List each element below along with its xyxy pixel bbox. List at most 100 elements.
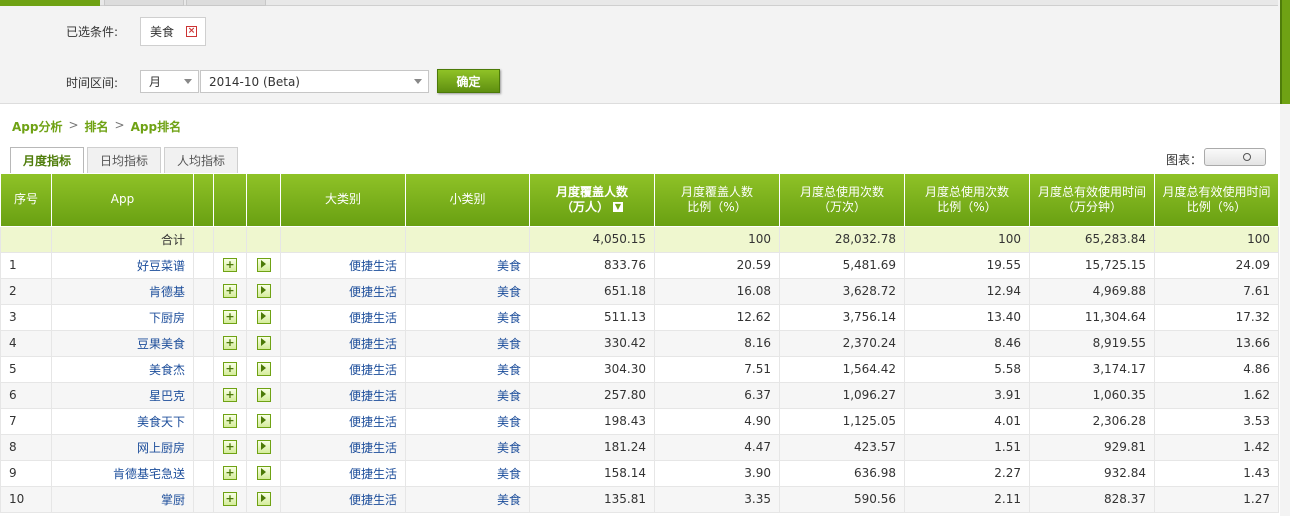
category-link[interactable]: 便捷生活 [280,355,406,383]
col-app[interactable]: App [51,174,194,227]
col-category[interactable]: 大类别 [280,174,406,227]
coverage-cell: 198.43 [529,407,655,435]
app-name-link[interactable]: 掌厨 [51,485,194,513]
category-link[interactable]: 便捷生活 [280,459,406,487]
subcategory-link[interactable]: 美食 [405,355,530,383]
app-ranking-table: 序号 App 大类别 小类别 月度覆盖人数 （万人） ▼ 月度覆盖人数 比例（%）… [0,174,1279,513]
play-arrow-icon[interactable] [256,336,271,351]
play-arrow-icon[interactable] [256,284,271,299]
play-arrow-icon[interactable] [256,440,271,455]
ranking-panel: App分析 > 排名 > App排名 月度指标 日均指标 人均指标 图表： 序号… [0,103,1280,516]
time-ratio-cell: 4.86 [1154,355,1279,383]
spacer-cell [193,355,214,383]
uses-ratio-cell: 8.46 [904,329,1030,357]
add-compare-cell: + [213,459,247,487]
subcategory-link[interactable]: 美食 [405,407,530,435]
breadcrumb-separator-icon: > [114,118,125,132]
app-name-link[interactable]: 网上厨房 [51,433,194,461]
subcategory-link[interactable]: 美食 [405,303,530,331]
col-time-ratio[interactable]: 月度总有效使用时间 比例（%） [1154,174,1279,227]
confirm-button[interactable]: 确定 [437,69,500,93]
play-arrow-icon[interactable] [256,310,271,325]
app-name-link[interactable]: 肯德基 [51,277,194,305]
top-tab-3[interactable] [186,0,266,6]
side-panel-handle[interactable] [1280,0,1290,104]
subcategory-link[interactable]: 美食 [405,277,530,305]
add-compare-cell: + [213,277,247,305]
app-name-link[interactable]: 美食杰 [51,355,194,383]
app-name-link[interactable]: 好豆菜谱 [51,251,194,279]
subcategory-link[interactable]: 美食 [405,251,530,279]
app-name-link[interactable]: 豆果美食 [51,329,194,357]
top-tab-2[interactable] [104,0,184,6]
chevron-down-icon [184,79,192,84]
plus-icon[interactable]: + [223,336,237,351]
tab-per-capita[interactable]: 人均指标 [164,147,239,173]
total-coverage: 4,050.15 [529,225,655,253]
col-effective-time[interactable]: 月度总有效使用时间 （万分钟） [1029,174,1155,227]
month-select[interactable]: 2014-10 (Beta) [200,70,429,93]
sort-desc-icon[interactable]: ▼ [613,202,623,213]
plus-icon[interactable]: + [223,388,237,403]
play-arrow-icon[interactable] [256,466,271,481]
play-arrow-icon[interactable] [256,492,271,507]
category-link[interactable]: 便捷生活 [280,381,406,409]
app-name-link[interactable]: 星巴克 [51,381,194,409]
total-time-ratio: 100 [1154,225,1279,253]
plus-icon[interactable]: + [223,310,237,325]
app-name-link[interactable]: 肯德基宅急送 [51,459,194,487]
plus-icon[interactable]: + [223,362,237,377]
breadcrumb-separator-icon: > [68,118,79,132]
subcategory-link[interactable]: 美食 [405,329,530,357]
category-link[interactable]: 便捷生活 [280,277,406,305]
category-link[interactable]: 便捷生活 [280,329,406,357]
coverage-ratio-cell: 8.16 [654,329,780,357]
col-coverage-ratio[interactable]: 月度覆盖人数 比例（%） [654,174,780,227]
period-select[interactable]: 月 [140,70,199,93]
detail-cell [246,459,281,487]
detail-cell [246,303,281,331]
breadcrumb-app-analysis[interactable]: App分析 [12,118,62,135]
breadcrumb-ranking[interactable]: 排名 [85,118,109,135]
plus-icon[interactable]: + [223,258,237,273]
plus-icon[interactable]: + [223,466,237,481]
rank-cell: 1 [0,251,52,279]
play-arrow-icon[interactable] [256,258,271,273]
category-link[interactable]: 便捷生活 [280,251,406,279]
col-rank[interactable]: 序号 [0,174,52,227]
col-subcategory[interactable]: 小类别 [405,174,530,227]
play-arrow-icon[interactable] [256,388,271,403]
app-name-link[interactable]: 下厨房 [51,303,194,331]
tab-daily-avg[interactable]: 日均指标 [87,147,162,173]
play-arrow-icon[interactable] [256,362,271,377]
chart-toggle[interactable] [1204,148,1266,166]
coverage-ratio-cell: 20.59 [654,251,780,279]
plus-icon[interactable]: + [223,284,237,299]
plus-icon[interactable]: + [223,492,237,507]
play-arrow-icon[interactable] [256,414,271,429]
table-row: 8 网上厨房 + 便捷生活 美食 181.24 4.47 423.57 1.51 929.81 1.… [0,433,1279,461]
col-monthly-coverage[interactable]: 月度覆盖人数 （万人） ▼ [529,174,655,227]
subcategory-link[interactable]: 美食 [405,459,530,487]
uses-ratio-cell: 5.58 [904,355,1030,383]
subcategory-link[interactable]: 美食 [405,381,530,409]
col-total-uses[interactable]: 月度总使用次数 （万次） [779,174,905,227]
subcategory-link[interactable]: 美食 [405,433,530,461]
category-link[interactable]: 便捷生活 [280,485,406,513]
time-cell: 929.81 [1029,433,1155,461]
category-link[interactable]: 便捷生活 [280,303,406,331]
rank-cell: 4 [0,329,52,357]
app-name-link[interactable]: 美食天下 [51,407,194,435]
tab-monthly[interactable]: 月度指标 [10,147,85,173]
col-uses-ratio[interactable]: 月度总使用次数 比例（%） [904,174,1030,227]
remove-filter-icon[interactable]: × [186,26,198,37]
top-tab-active[interactable] [0,0,100,6]
category-link[interactable]: 便捷生活 [280,407,406,435]
plus-icon[interactable]: + [223,440,237,455]
breadcrumb-app-ranking[interactable]: App排名 [131,118,181,135]
total-label: 合计 [51,225,194,253]
plus-icon[interactable]: + [223,414,237,429]
coverage-cell: 257.80 [529,381,655,409]
category-link[interactable]: 便捷生活 [280,433,406,461]
subcategory-link[interactable]: 美食 [405,485,530,513]
